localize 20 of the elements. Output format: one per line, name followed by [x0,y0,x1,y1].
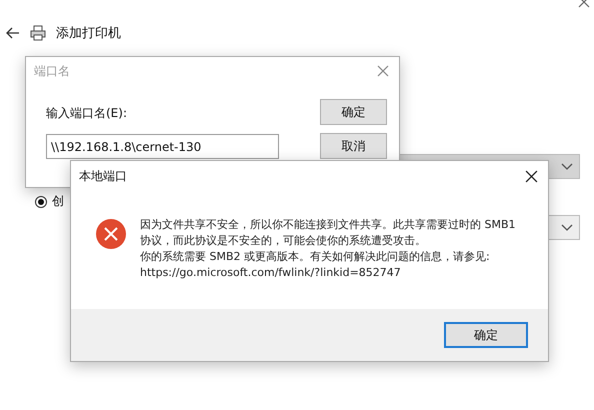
window-title: 添加打印机 [56,25,121,42]
ok-button[interactable]: 确定 [320,99,387,125]
radio-label: 创 [52,193,64,210]
port-name-field[interactable]: \\192.168.1.8\cernet-130 [46,134,279,159]
chevron-down-icon [561,162,573,170]
printer-icon [30,25,46,41]
dialog-title: 端口名 [34,62,70,80]
error-icon [96,219,126,249]
back-arrow-icon[interactable] [6,27,20,39]
cancel-button[interactable]: 取消 [320,133,387,159]
message-text: 协议，而此协议是不安全的，可能会使你的系统遭受攻击。 [140,233,427,249]
ok-button[interactable]: 确定 [444,322,528,348]
chevron-down-icon [561,224,573,232]
close-icon[interactable] [525,170,538,182]
radio-button[interactable] [35,196,47,208]
link-text[interactable]: https://go.microsoft.com/fwlink/?linkid=852747 [140,265,516,281]
message-text: 因为文件共享不安全，所以你不能连接到文件共享。此共享需要过时的 SMB1 [140,217,516,233]
dialog-title: 本地端口 [79,168,127,184]
field-label: 输入端口名(E): [46,105,128,122]
message-text: 你的系统需要 SMB2 或更高版本。有关如何解决此问题的信息，请参见: [140,249,491,265]
